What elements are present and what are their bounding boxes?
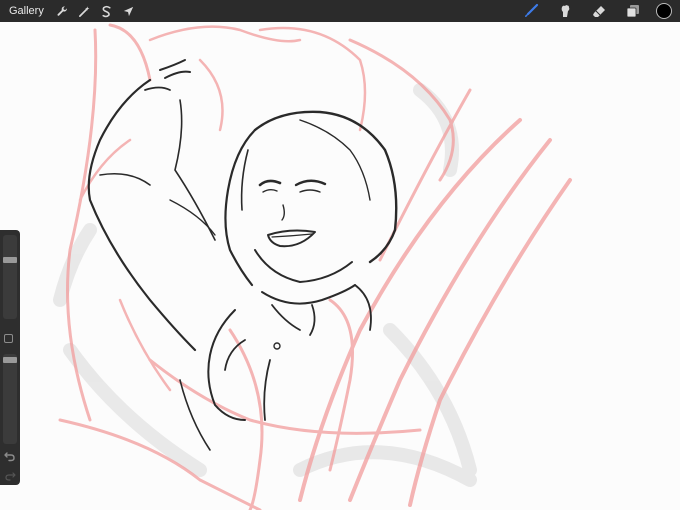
selection-s-icon — [100, 5, 113, 18]
actions-button[interactable] — [52, 0, 74, 22]
smudge-button[interactable] — [548, 0, 582, 22]
left-sidebar — [0, 230, 20, 485]
arrow-cursor-icon — [122, 5, 135, 18]
undo-button[interactable] — [3, 449, 17, 463]
gallery-button[interactable]: Gallery — [9, 5, 44, 17]
modify-button[interactable] — [4, 334, 13, 343]
magic-wand-icon — [78, 5, 91, 18]
layers-icon — [625, 3, 641, 19]
selection-button[interactable] — [96, 0, 118, 22]
brush-button[interactable] — [514, 0, 548, 22]
rough-sketch-layer — [58, 23, 572, 510]
top-toolbar: Gallery — [0, 0, 680, 22]
drawing-canvas[interactable] — [0, 0, 680, 510]
brush-opacity-thumb[interactable] — [3, 357, 17, 363]
right-tool-group — [514, 0, 676, 22]
transform-button[interactable] — [118, 0, 140, 22]
redo-button[interactable] — [3, 469, 17, 481]
brush-icon — [523, 3, 539, 19]
eraser-icon — [591, 3, 607, 19]
procreate-app: Gallery — [0, 0, 680, 510]
redo-icon — [3, 469, 17, 486]
color-picker-button[interactable] — [656, 3, 672, 19]
brush-size-thumb[interactable] — [3, 257, 17, 263]
wrench-icon — [56, 5, 69, 18]
brush-opacity-slider[interactable] — [3, 354, 17, 444]
eraser-button[interactable] — [582, 0, 616, 22]
undo-icon — [3, 450, 17, 467]
brush-size-slider[interactable] — [3, 235, 17, 319]
smudge-icon — [557, 3, 573, 19]
adjustments-button[interactable] — [74, 0, 96, 22]
background-shading — [53, 83, 477, 487]
lineart-layer — [87, 59, 398, 451]
layers-button[interactable] — [616, 0, 650, 22]
